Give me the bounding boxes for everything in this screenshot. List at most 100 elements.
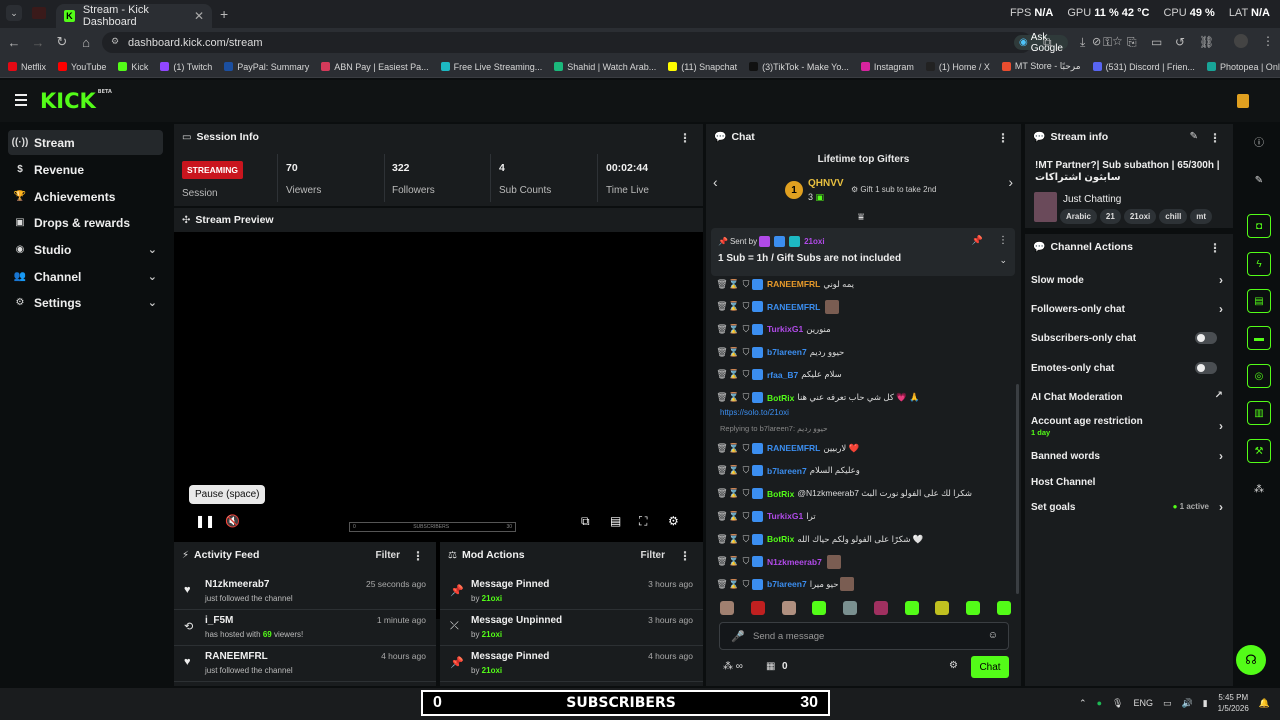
reload-button[interactable]: ↻ xyxy=(50,34,74,50)
channel-action-set-goals[interactable]: Set goals ● 1 active › xyxy=(1031,495,1223,519)
gift-cta[interactable]: ⚙ Gift 1 sub to take 2nd xyxy=(851,185,936,194)
chat-message[interactable]: 🗑 ⌛ ⛉ RANEEMFRL يمه لوني xyxy=(716,274,1007,294)
stream-tag[interactable]: mt xyxy=(1190,209,1213,224)
chat-scrollbar[interactable] xyxy=(1016,384,1019,594)
chat-message[interactable]: 🗑 ⌛ ⛉ RANEEMFRL لاربيين ❤️ xyxy=(716,438,1007,458)
delete-icon[interactable]: 🗑 xyxy=(716,392,728,403)
language-indicator[interactable]: ENG xyxy=(1133,698,1153,708)
extensions-icon[interactable]: ⧉ xyxy=(1043,35,1052,50)
delete-icon[interactable]: 🗑 xyxy=(716,556,728,567)
session-info-menu-icon[interactable]: ⋮ xyxy=(679,131,691,145)
ban-icon[interactable]: ⛉ xyxy=(740,443,752,454)
emote-icon[interactable] xyxy=(966,601,981,615)
chat-message[interactable]: 🗑 ⌛ ⛉ b7lareen7 حيو ميرا xyxy=(716,574,1007,594)
stream-info-menu-icon[interactable]: ⋮ xyxy=(1209,131,1221,145)
notification-badge-icon[interactable] xyxy=(1237,94,1249,108)
bookmark-item[interactable]: PayPal: Summary xyxy=(224,62,309,72)
pause-button[interactable]: ❚❚ xyxy=(195,514,215,528)
mute-icon[interactable]: 🔇 xyxy=(225,514,240,528)
chat-username[interactable]: RANEEMFRL xyxy=(767,443,820,453)
chat-username[interactable]: rfaa_B7 xyxy=(767,370,798,380)
chat-input[interactable]: 🎤 Send a message ☺ xyxy=(719,622,1009,650)
chat-username[interactable]: TurkixG1 xyxy=(767,511,803,521)
sidebar-item-stream[interactable]: ((·)) Stream xyxy=(8,130,163,155)
notification-bell-icon[interactable]: 🔔 xyxy=(1259,698,1270,709)
timeout-icon[interactable]: ⌛ xyxy=(728,347,740,358)
chat-username[interactable]: BotRix xyxy=(767,489,794,499)
activity-user[interactable]: i_F5M xyxy=(205,615,233,626)
display-tray-icon[interactable]: ▭ xyxy=(1163,698,1172,709)
browser-menu-icon[interactable]: ⋮ xyxy=(1262,34,1274,48)
sidebar-item-channel[interactable]: 👥 Channel ⌄ xyxy=(8,264,163,289)
channel-action-banned-words[interactable]: Banned words › xyxy=(1031,444,1223,468)
mod-action-row[interactable]: 📌 Message Pinned by 21oxi 4 hours ago xyxy=(440,646,703,682)
timeout-icon[interactable]: ⌛ xyxy=(728,488,740,499)
chat-username[interactable]: RANEEMFRL xyxy=(767,279,820,289)
ban-icon[interactable]: ⛉ xyxy=(740,511,752,522)
chat-username[interactable]: TurkixG1 xyxy=(767,324,803,334)
profile-avatar[interactable] xyxy=(1234,34,1248,48)
hamburger-menu-icon[interactable] xyxy=(15,94,27,109)
chat-username[interactable]: BotRix xyxy=(767,534,794,544)
unpin-icon[interactable]: 📌 xyxy=(972,235,983,246)
channel-action-followers-only-chat[interactable]: Followers-only chat › xyxy=(1031,297,1223,321)
emote-icon[interactable] xyxy=(750,601,765,615)
toggle-switch[interactable] xyxy=(1195,332,1217,344)
bookmark-item[interactable]: (1) Home / X xyxy=(925,62,990,72)
eye-off-icon[interactable]: ⊘ xyxy=(1092,35,1101,48)
mod-action-row[interactable]: ⤫ Message Unpinned by 21oxi 3 hours ago xyxy=(440,610,703,646)
emote-icon[interactable] xyxy=(781,601,796,615)
mod-filter-button[interactable]: Filter xyxy=(641,550,665,561)
chat-username[interactable]: b7lareen7 xyxy=(767,466,807,476)
ban-icon[interactable]: ⛉ xyxy=(740,279,752,290)
sidebar-item-studio[interactable]: ◉ Studio ⌄ xyxy=(8,237,163,262)
sidebar-item-achievements[interactable]: 🏆 Achievements xyxy=(8,184,163,209)
activity-row[interactable]: ♥ RANEEMFRL just followed the channel 4 hou… xyxy=(174,646,436,682)
mic-icon[interactable]: 🎤 xyxy=(731,630,745,643)
pinned-menu-icon[interactable]: ⋮ xyxy=(998,235,1008,246)
stream-tag[interactable]: Arabic xyxy=(1060,209,1097,224)
activity-filter-button[interactable]: Filter xyxy=(376,550,400,561)
delete-icon[interactable]: 🗑 xyxy=(716,279,728,290)
bookmark-item[interactable]: Instagram xyxy=(860,62,914,72)
mod-action-by-user[interactable]: 21oxi xyxy=(482,594,502,603)
home-icon[interactable]: ⌂ xyxy=(74,35,98,50)
forward-button[interactable]: → xyxy=(26,35,50,50)
timeout-icon[interactable]: ⌛ xyxy=(728,511,740,522)
broadcast-icon[interactable]: ◎ xyxy=(1247,364,1271,388)
chat-message[interactable]: 🗑 ⌛ ⛉ RANEEMFRL xyxy=(716,297,1007,317)
activity-row[interactable]: ♥ N1zkmeerab7 just followed the channel 25 … xyxy=(174,574,436,610)
bookmark-item[interactable]: MT Store - مرحبًا xyxy=(1001,61,1081,72)
mod-action-row[interactable]: 📌 Message Pinned by 21oxi 3 hours ago xyxy=(440,574,703,610)
emote-icon[interactable] xyxy=(812,601,827,615)
chat-username[interactable]: b7lareen7 xyxy=(767,347,807,357)
mod-menu-icon[interactable]: ⋮ xyxy=(679,549,691,563)
pip-icon[interactable]: ⧉ xyxy=(581,514,590,529)
stream-tag[interactable]: 21 xyxy=(1099,209,1121,224)
chat-menu-icon[interactable]: ⋮ xyxy=(997,131,1009,145)
channel-action-host-channel[interactable]: Host Channel xyxy=(1031,470,1223,494)
server-icon[interactable]: ▥ xyxy=(1247,401,1271,425)
bookmark-item[interactable]: Shahid | Watch Arab... xyxy=(554,62,656,72)
back-button[interactable]: ← xyxy=(2,35,26,50)
points-icon[interactable]: ⁂ ∞ xyxy=(723,661,743,672)
kick-logo[interactable]: KICK BETA xyxy=(40,89,112,113)
bookmark-item[interactable]: (1) Twitch xyxy=(160,62,212,72)
ban-icon[interactable]: ⛉ xyxy=(740,392,752,403)
expand-pinned-icon[interactable]: ⌄ xyxy=(999,255,1007,266)
wallet-icon[interactable]: ▭ xyxy=(1151,35,1162,49)
chat-message[interactable]: 🗑 ⌛ ⛉ TurkixG1 منورين xyxy=(716,319,1007,339)
tab-other[interactable] xyxy=(32,7,46,19)
mod-action-by-user[interactable]: 21oxi xyxy=(482,666,502,675)
delete-icon[interactable]: 🗑 xyxy=(716,511,728,522)
delete-icon[interactable]: 🗑 xyxy=(716,301,728,312)
chat-link[interactable]: https://solo.to/21oxi xyxy=(720,408,789,417)
comment-icon[interactable]: ▬ xyxy=(1247,326,1271,350)
ban-icon[interactable]: ⛉ xyxy=(740,347,752,358)
delete-icon[interactable]: 🗑 xyxy=(716,369,728,380)
ban-icon[interactable]: ⛉ xyxy=(740,301,752,312)
camera-icon[interactable]: ◘ xyxy=(1247,214,1271,238)
chat-settings-icon[interactable]: ⚙ xyxy=(949,660,958,671)
chat-message[interactable]: 🗑 ⌛ ⛉ b7lareen7 وعليكم السلام xyxy=(716,461,1007,481)
lightning-icon[interactable]: ϟ xyxy=(1247,252,1271,276)
